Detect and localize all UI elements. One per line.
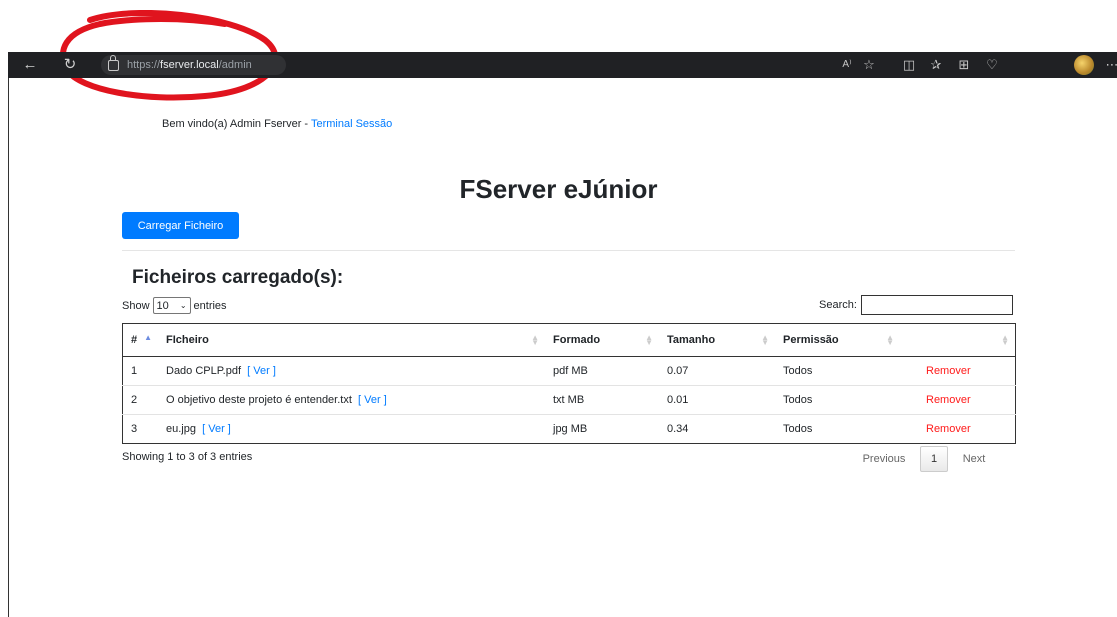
browser-essentials-icon[interactable]: ♡	[982, 55, 1002, 75]
view-link[interactable]: [ Ver ]	[247, 365, 276, 377]
welcome-message: Bem vindo(a) Admin Fserver - Terminal Se…	[162, 118, 392, 130]
column-header-actions[interactable]: ▲ ▼	[900, 323, 1016, 357]
url-path: /admin	[218, 59, 252, 71]
view-link[interactable]: [ Ver ]	[202, 423, 231, 435]
back-arrow-icon[interactable]: ←	[20, 55, 40, 75]
search-control: Search:	[819, 295, 1013, 315]
logout-link[interactable]: Terminal Sessão	[311, 118, 392, 130]
sort-icon: ▲ ▼	[645, 333, 653, 347]
table-header-row: # ▲ FIcheiro ▲ ▼ Formado ▲ ▼ Tamanho ▲ ▼ Pe…	[122, 323, 1016, 357]
table-row: 3 eu.jpg [ Ver ] jpg MB 0.34 Todos Remov…	[122, 414, 1016, 444]
window-left-border	[8, 78, 9, 617]
favorite-star-icon[interactable]: ☆	[859, 55, 879, 75]
sort-icon: ▲ ▼	[1001, 333, 1009, 347]
sort-icon: ▲ ▼	[886, 333, 894, 347]
cell-size: 0.07	[667, 365, 689, 377]
table-row: 2 O objetivo deste projeto é entender.tx…	[122, 385, 1016, 415]
cell-number: 2	[122, 385, 158, 415]
next-button[interactable]: Next	[948, 453, 1000, 465]
cell-file: Dado CPLP.pdf [ Ver ]	[158, 357, 545, 386]
browser-toolbar: ← ↻ https://fserver.local/admin A⁾ ☆ ◫ ✰…	[8, 52, 1117, 78]
refresh-icon[interactable]: ↻	[60, 55, 80, 75]
cell-format: pdf MB	[553, 365, 588, 377]
cell-action: Remover	[900, 385, 1016, 415]
column-header-size[interactable]: Tamanho ▲ ▼	[659, 323, 775, 357]
cell-file: O objetivo deste projeto é entender.txt …	[158, 385, 545, 415]
column-header-permission[interactable]: Permissão ▲ ▼	[775, 323, 900, 357]
cell-permission: Todos	[783, 365, 813, 377]
search-input[interactable]	[860, 295, 1013, 315]
column-file-label: FIcheiro	[166, 334, 209, 346]
page-length-value: 10	[156, 299, 169, 312]
collections-icon[interactable]: ⊞	[954, 55, 974, 75]
cell-size: 0.01	[659, 385, 775, 415]
sort-icon: ▲ ▼	[761, 333, 769, 347]
cell-format: txt MB	[545, 385, 659, 415]
sort-asc-icon: ▲	[144, 333, 152, 342]
column-size-label: Tamanho	[667, 334, 716, 346]
upload-file-button[interactable]: Carregar Ficheiro	[122, 212, 239, 239]
cell-permission: Todos	[775, 414, 900, 444]
chevron-down-icon: ⌄	[179, 301, 187, 310]
column-header-number[interactable]: # ▲	[122, 323, 158, 357]
favorites-list-icon[interactable]: ✰	[926, 55, 946, 75]
column-number-label: #	[131, 334, 138, 346]
cell-number: 3	[122, 414, 158, 444]
cell-size: 0.34	[659, 414, 775, 444]
files-table: # ▲ FIcheiro ▲ ▼ Formado ▲ ▼ Tamanho ▲ ▼ Pe…	[122, 323, 1016, 444]
view-link[interactable]: [ Ver ]	[358, 394, 387, 406]
remove-link[interactable]: Remover	[926, 423, 971, 435]
url-host: fserver.local	[160, 59, 219, 71]
more-menu-icon[interactable]: ⋯	[1102, 55, 1117, 75]
welcome-text: Bem vindo(a) Admin Fserver -	[162, 118, 311, 130]
previous-button[interactable]: Previous	[848, 453, 920, 465]
screenshot-top-margin	[0, 0, 1117, 52]
page-length-control: Show 10 ⌄ entries	[122, 297, 227, 314]
divider	[122, 250, 1015, 251]
file-name: O objetivo deste projeto é entender.txt	[166, 394, 352, 406]
column-header-format[interactable]: Formado ▲ ▼	[545, 323, 659, 357]
search-label: Search:	[819, 299, 857, 311]
table-row: 1 Dado CPLP.pdf [ Ver ] pdf MB 0.07 Todo…	[123, 357, 1016, 386]
cell-action: Remover	[900, 414, 1016, 444]
file-name: eu.jpg	[166, 423, 196, 435]
column-header-file[interactable]: FIcheiro ▲ ▼	[158, 323, 545, 357]
table-info: Showing 1 to 3 of 3 entries	[122, 451, 253, 463]
column-format-label: Formado	[553, 334, 601, 346]
url-scheme: https://	[127, 59, 161, 71]
cell-file: eu.jpg [ Ver ]	[158, 414, 545, 444]
page-title: FServer eJúnior	[459, 174, 658, 204]
lock-icon	[108, 54, 119, 71]
read-aloud-icon[interactable]: A⁾	[837, 55, 857, 75]
length-prefix: Show	[122, 299, 150, 312]
sort-icon: ▲ ▼	[531, 333, 539, 347]
pagination: Previous 1 Next	[848, 446, 1000, 472]
page-1-button[interactable]: 1	[920, 446, 948, 472]
section-title: Ficheiros carregado(s):	[132, 267, 344, 288]
length-suffix: entries	[193, 299, 227, 312]
address-bar[interactable]: https://fserver.local/admin	[101, 54, 286, 75]
split-screen-icon[interactable]: ◫	[899, 55, 919, 75]
remove-link[interactable]: Remover	[926, 365, 971, 377]
column-permission-label: Permissão	[783, 334, 839, 346]
file-name: Dado CPLP.pdf	[166, 365, 242, 377]
cell-permission: Todos	[775, 385, 900, 415]
cell-format: jpg MB	[545, 414, 659, 444]
cell-number: 1	[131, 365, 138, 377]
page-length-select[interactable]: 10 ⌄	[152, 297, 191, 314]
remove-link[interactable]: Remover	[926, 394, 971, 406]
profile-avatar[interactable]	[1074, 55, 1094, 75]
cell-action: Remover	[900, 357, 1016, 386]
